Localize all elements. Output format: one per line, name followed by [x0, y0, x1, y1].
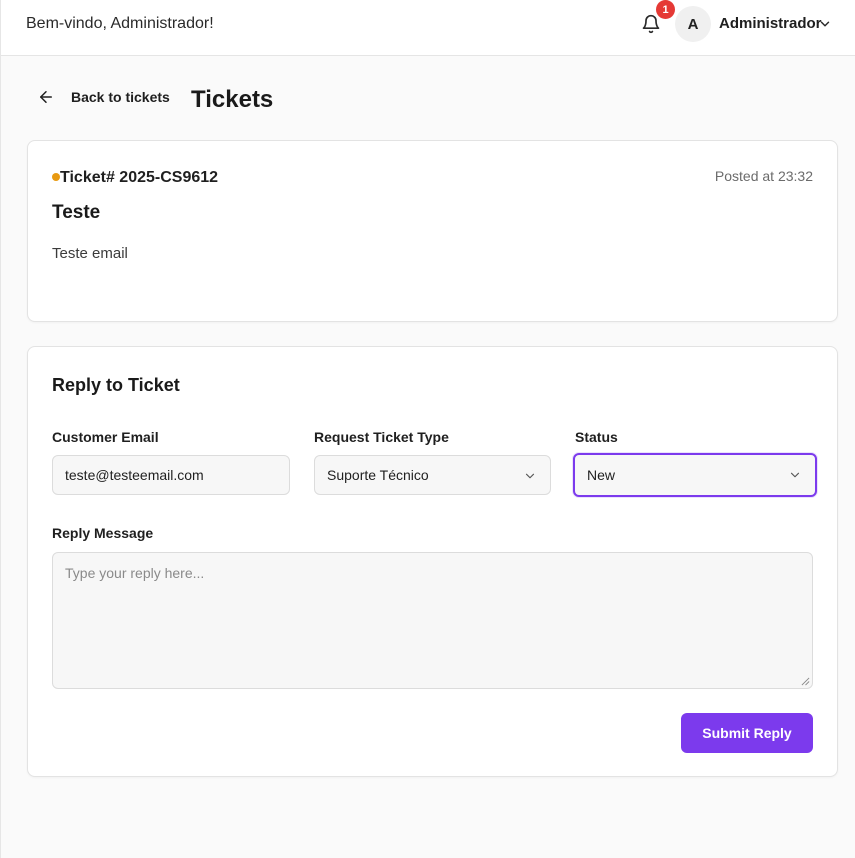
ticket-body: Teste email: [52, 245, 128, 262]
reply-message-label: Reply Message: [52, 525, 154, 541]
reply-card: Reply to Ticket Customer Email teste@tes…: [27, 346, 838, 777]
status-label: Status: [575, 429, 618, 445]
user-name[interactable]: Administrador: [719, 15, 822, 32]
reply-message-textarea[interactable]: Type your reply here...: [52, 552, 813, 689]
ticket-card: Ticket# 2025-CS9612 Posted at 23:32 Test…: [27, 140, 838, 322]
ticket-number: Ticket# 2025-CS9612: [60, 169, 219, 186]
reply-title: Reply to Ticket: [52, 375, 180, 395]
back-label: Back to tickets: [71, 89, 170, 105]
bell-icon[interactable]: [641, 14, 661, 34]
ticket-title: Teste: [52, 202, 101, 223]
chevron-down-icon: [525, 473, 535, 479]
customer-email-label: Customer Email: [52, 429, 159, 445]
customer-email-field[interactable]: teste@testeemail.com: [52, 455, 290, 495]
resize-handle-icon[interactable]: [801, 677, 810, 686]
arrow-left-icon: [40, 91, 52, 103]
welcome-message: Bem-vindo, Administrador!: [26, 15, 214, 32]
status-value: New: [587, 467, 616, 483]
page-title: Tickets: [191, 86, 274, 113]
request-type-select[interactable]: Suporte Técnico: [314, 455, 551, 495]
notification-badge: 1: [656, 0, 675, 19]
avatar[interactable]: A: [675, 6, 711, 42]
reply-message-placeholder: Type your reply here...: [65, 565, 205, 581]
chevron-down-icon: [790, 472, 800, 478]
status-dot: [52, 173, 60, 181]
posted-time: Posted at 23:32: [714, 168, 813, 184]
request-type-label: Request Ticket Type: [314, 429, 449, 445]
submit-reply-button[interactable]: Submit Reply: [681, 713, 813, 753]
status-select[interactable]: New: [573, 453, 817, 497]
back-to-tickets-link[interactable]: Back to tickets: [37, 88, 170, 106]
customer-email-value: teste@testeemail.com: [65, 467, 204, 483]
top-bar: Bem-vindo, Administrador! 1 A Administra…: [1, 0, 855, 56]
request-type-value: Suporte Técnico: [327, 467, 429, 483]
chevron-down-icon[interactable]: [818, 17, 832, 31]
